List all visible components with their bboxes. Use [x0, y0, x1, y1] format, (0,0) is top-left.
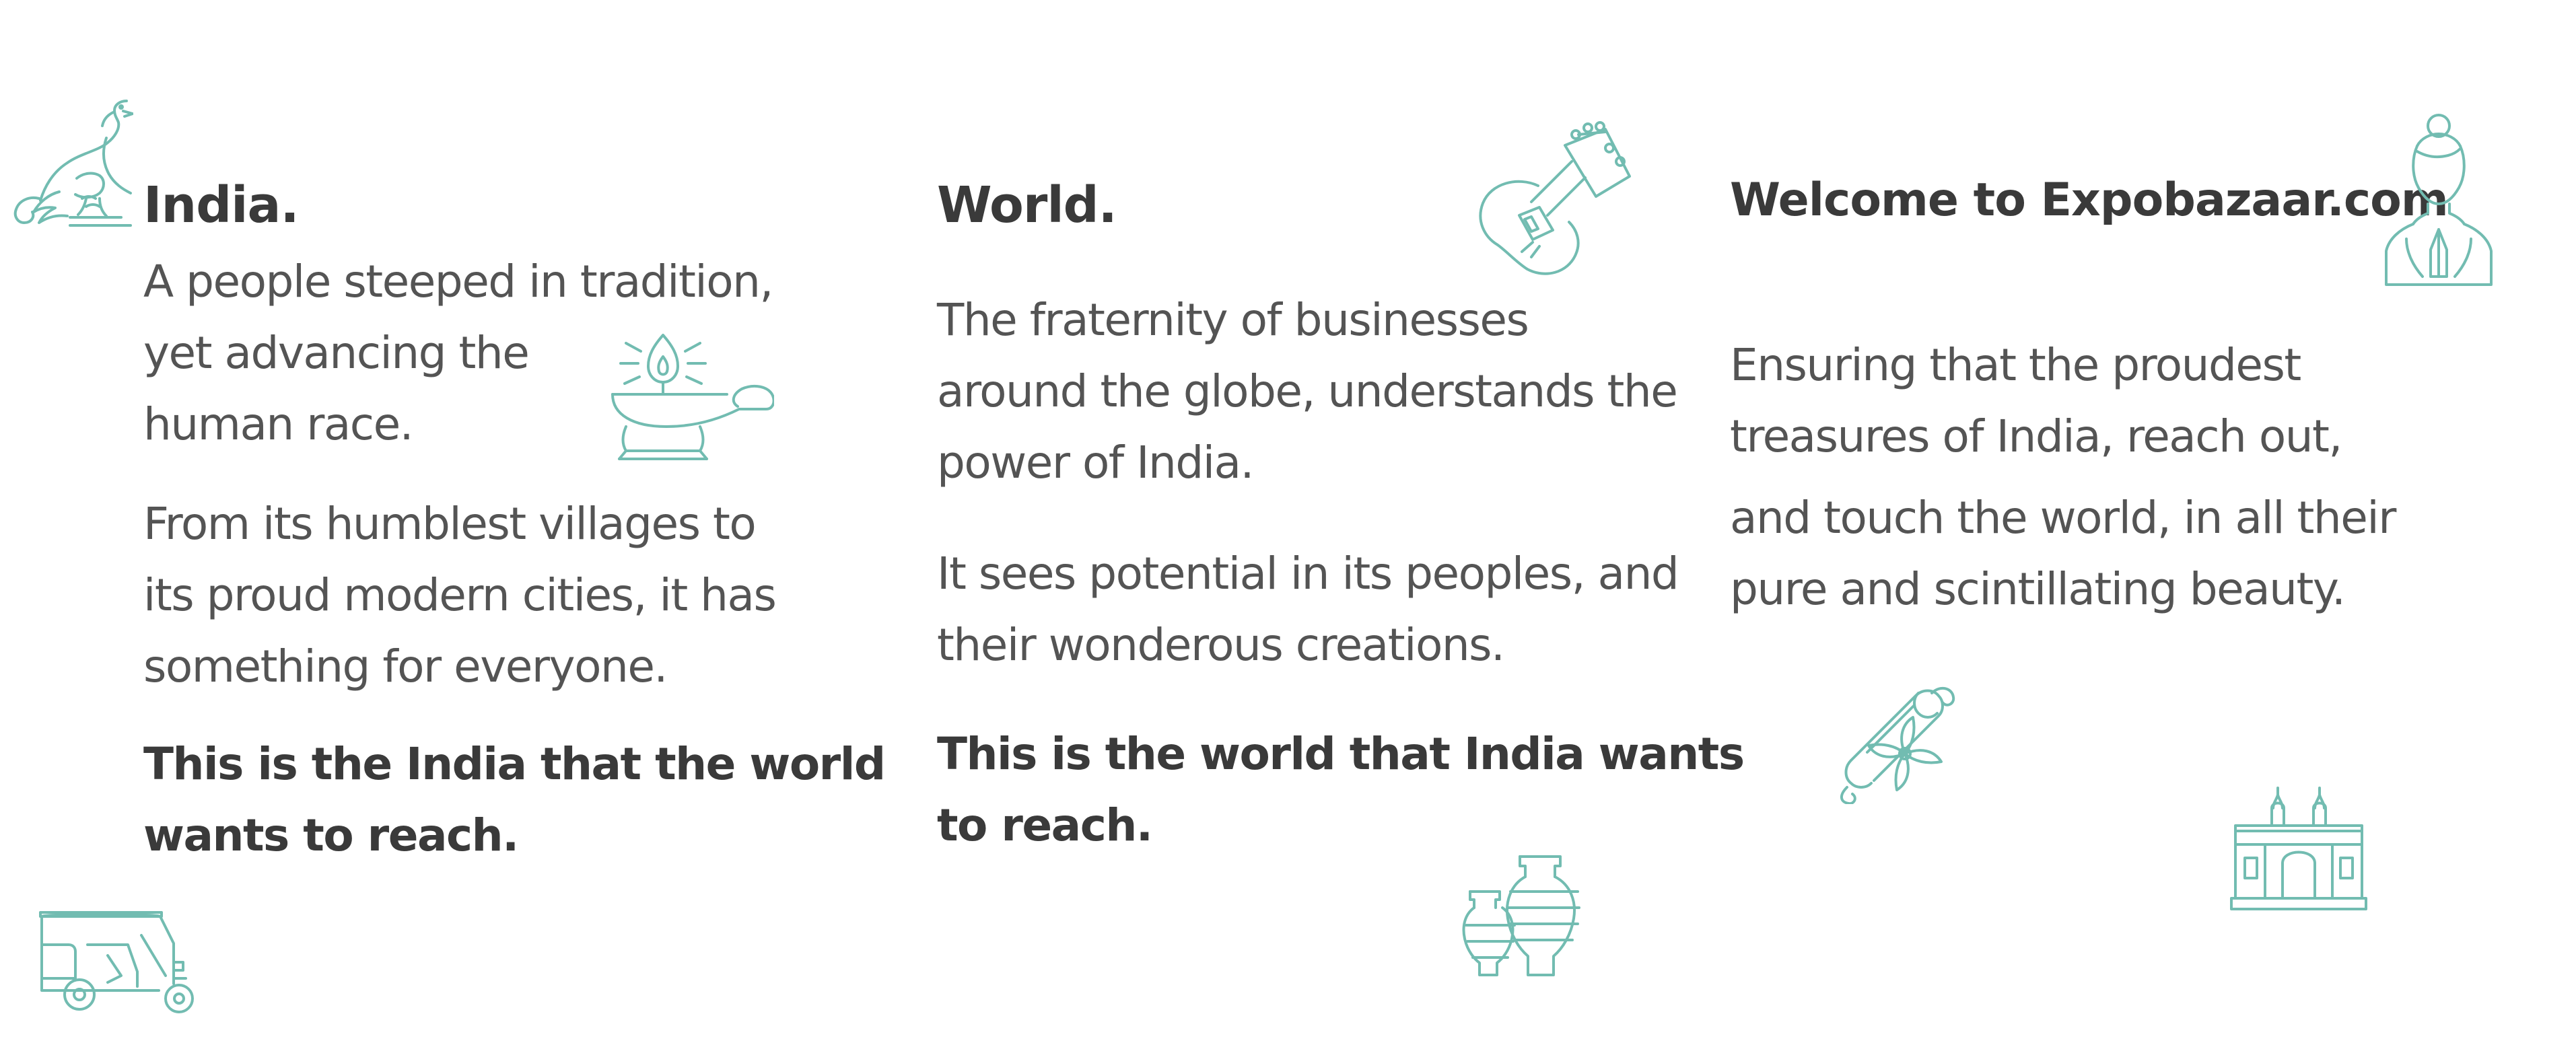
- welcome-p2-line-1: and touch the world, in all their: [1730, 492, 2396, 544]
- world-p3-line-2: to reach.: [937, 799, 1153, 851]
- gateway-of-india-icon: [2225, 784, 2373, 918]
- welcome-heading: Welcome to Expobazaar.com: [1730, 174, 2449, 227]
- india-p2-line-1: From its humblest villages to: [143, 498, 757, 550]
- namaste-woman-icon: [2379, 111, 2497, 289]
- peacock-icon: [12, 98, 133, 229]
- world-p1-line-2: around the globe, understands the: [937, 365, 1678, 417]
- india-paragraph-3: This is the India that the world wants t…: [143, 729, 886, 871]
- welcome-p1-line-2: treasures of India, reach out,: [1730, 410, 2342, 462]
- diya-lamp-icon: [606, 322, 774, 466]
- world-p1-line-1: The fraternity of businesses: [937, 294, 1529, 346]
- world-paragraph-3: This is the world that India wants to re…: [937, 719, 1745, 861]
- world-p3-line-1: This is the world that India wants: [937, 728, 1745, 780]
- india-p2-line-2: its proud modern cities, it has: [143, 569, 777, 621]
- welcome-p1-line-1: Ensuring that the proudest: [1730, 339, 2301, 391]
- india-heading: India.: [143, 176, 300, 234]
- welcome-p2-line-2: pure and scintillating beauty.: [1730, 563, 2346, 615]
- india-p2-line-3: something for everyone.: [143, 641, 668, 692]
- world-p1-line-3: power of India.: [937, 437, 1255, 489]
- welcome-paragraph-2: and touch the world, in all their pure a…: [1730, 482, 2396, 625]
- world-heading: World.: [937, 176, 1117, 234]
- sitar-icon: [1477, 121, 1636, 279]
- world-paragraph-2: It sees potential in its peoples, and th…: [937, 538, 1679, 681]
- world-p2-line-1: It sees potential in its peoples, and: [937, 548, 1679, 600]
- india-p3-line-1: This is the India that the world: [143, 738, 886, 790]
- scroll-flower-icon: [1831, 673, 1962, 804]
- india-paragraph-2: From its humblest villages to its proud …: [143, 489, 777, 702]
- welcome-paragraph-1: Ensuring that the proudest treasures of …: [1730, 330, 2342, 472]
- india-p3-line-2: wants to reach.: [143, 809, 519, 861]
- world-p2-line-2: their wonderous creations.: [937, 619, 1505, 671]
- world-paragraph-1: The fraternity of businesses around the …: [937, 285, 1678, 499]
- vases-icon: [1461, 851, 1585, 979]
- auto-rickshaw-icon: [34, 908, 199, 1016]
- india-p1-line-1: A people steeped in tradition,: [143, 256, 773, 308]
